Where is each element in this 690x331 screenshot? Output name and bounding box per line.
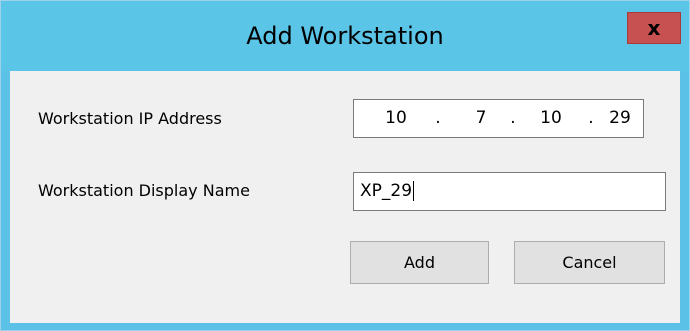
add-workstation-dialog: Add Workstation x Workstation IP Address… (0, 0, 690, 331)
add-button[interactable]: Add (350, 241, 489, 284)
ip-separator-3: . (588, 108, 594, 128)
display-name-value: XP_29 (360, 181, 413, 201)
close-icon: x (647, 16, 661, 40)
text-caret (413, 181, 415, 201)
ip-address-label: Workstation IP Address (38, 109, 222, 128)
cancel-button[interactable]: Cancel (514, 241, 665, 284)
display-name-input[interactable]: XP_29 (353, 172, 666, 211)
dialog-title: Add Workstation (246, 22, 444, 50)
ip-octet-3[interactable]: 10 (531, 100, 571, 137)
ip-octet-1[interactable]: 10 (376, 100, 416, 137)
ip-separator-2: . (510, 108, 516, 128)
ip-octet-4[interactable]: 29 (600, 100, 640, 137)
close-button[interactable]: x (627, 12, 681, 44)
ip-separator-1: . (435, 108, 441, 128)
dialog-body: Workstation IP Address 10 . 7 . 10 . 29 … (10, 71, 680, 323)
ip-address-field[interactable]: 10 . 7 . 10 . 29 (353, 99, 644, 138)
title-bar[interactable]: Add Workstation x (1, 1, 689, 71)
display-name-label: Workstation Display Name (38, 181, 250, 200)
ip-octet-2[interactable]: 7 (461, 100, 501, 137)
